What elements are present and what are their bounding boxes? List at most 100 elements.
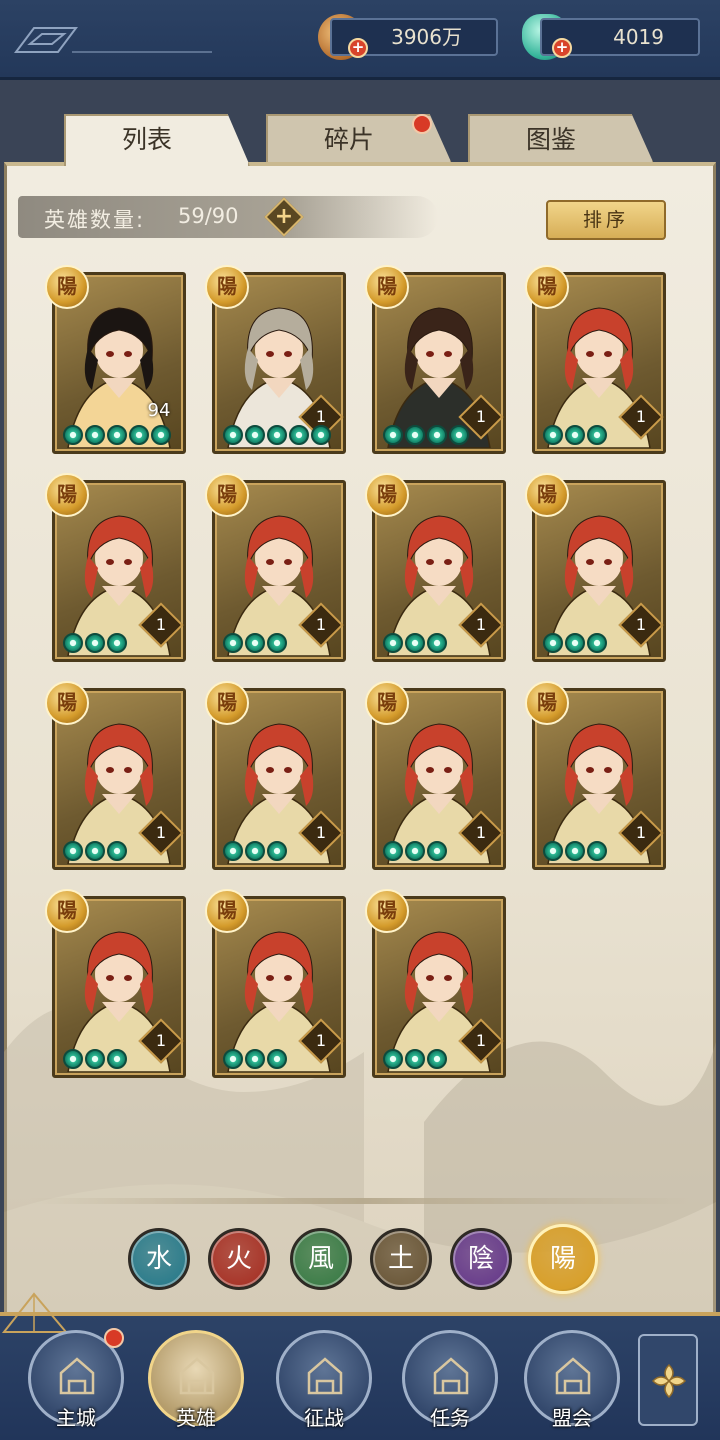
jade-star-icon: [223, 633, 243, 653]
hero-star-row: [543, 633, 607, 653]
jade-star-icon: [63, 633, 83, 653]
jade-star-icon: [405, 425, 425, 445]
jade-star-icon: [587, 425, 607, 445]
jade-star-icon: [85, 633, 105, 653]
hero-card[interactable]: 陽 1: [205, 889, 346, 1078]
element-filter-5[interactable]: 陰: [450, 1228, 512, 1290]
jade-star-icon: [543, 425, 563, 445]
city-gate-icon: [59, 1357, 95, 1395]
yang-faction-icon: 陽: [365, 889, 409, 933]
pavilion-icon: [555, 1357, 591, 1395]
tab-list[interactable]: 列表: [64, 114, 250, 166]
element-filter-4[interactable]: 土: [370, 1228, 432, 1290]
yang-faction-icon: 陽: [45, 265, 89, 309]
flower-menu-icon: [651, 1363, 687, 1399]
hero-card[interactable]: 陽 1: [365, 681, 506, 870]
hero-star-row: [63, 841, 127, 861]
element-filter-2[interactable]: 火: [208, 1228, 270, 1290]
hero-card[interactable]: 陽 1: [525, 473, 666, 662]
hero-star-row: [543, 841, 607, 861]
hero-star-row: [63, 425, 171, 445]
jade-star-icon: [223, 841, 243, 861]
nav-label: 盟会: [552, 1406, 592, 1430]
jade-star-icon: [587, 841, 607, 861]
sort-button[interactable]: 排序: [546, 200, 666, 240]
hero-count-label: 英雄数量:: [44, 208, 146, 232]
yang-faction-icon: 陽: [205, 473, 249, 517]
hero-level: 1: [315, 615, 327, 634]
jade-star-icon: [427, 1049, 447, 1069]
jade-star-icon: [565, 425, 585, 445]
element-filter-1[interactable]: 水: [128, 1228, 190, 1290]
hero-level: 1: [635, 823, 647, 842]
nav-label: 征战: [304, 1406, 344, 1430]
jade-star-icon: [565, 633, 585, 653]
jade-star-icon: [427, 633, 447, 653]
jade-star-icon: [245, 841, 265, 861]
hero-star-row: [223, 633, 287, 653]
hero-card[interactable]: 陽 1: [365, 889, 506, 1078]
nav-label: 主城: [56, 1406, 96, 1430]
hero-level: 94: [147, 400, 171, 421]
jade-star-icon: [383, 841, 403, 861]
nav-label: 任务: [430, 1406, 470, 1430]
hero-card[interactable]: 陽 1: [45, 889, 186, 1078]
yang-faction-icon: 陽: [205, 681, 249, 725]
hero-card[interactable]: 陽 1: [45, 681, 186, 870]
city-notice-dot: [104, 1328, 124, 1348]
hero-card[interactable]: 陽 1: [205, 681, 346, 870]
jade-star-icon: [107, 841, 127, 861]
jade-star-icon: [245, 633, 265, 653]
hero-star-row: [383, 1049, 447, 1069]
jade-star-icon: [267, 425, 287, 445]
jade-star-icon: [63, 1049, 83, 1069]
jade-star-icon: [543, 633, 563, 653]
jade-star-icon: [267, 1049, 287, 1069]
hero-level: 1: [315, 1031, 327, 1050]
jade-star-icon: [289, 425, 309, 445]
jade-star-icon: [427, 841, 447, 861]
more-menu-button[interactable]: [638, 1334, 698, 1426]
yang-faction-icon: 陽: [45, 681, 89, 725]
jade-star-icon: [223, 425, 243, 445]
hero-level: 1: [475, 1031, 487, 1050]
hero-card[interactable]: 陽 1: [205, 265, 346, 454]
hero-card[interactable]: 陽 1: [45, 473, 186, 662]
hero-level: 1: [315, 823, 327, 842]
jade-star-icon: [151, 425, 171, 445]
element-filter-6[interactable]: 陽: [528, 1224, 598, 1294]
yang-faction-icon: 陽: [205, 265, 249, 309]
jade-star-icon: [405, 633, 425, 653]
hero-level: 1: [155, 823, 167, 842]
jade-star-icon: [427, 425, 447, 445]
hero-portrait-icon: [179, 1357, 215, 1395]
jade-star-icon: [223, 1049, 243, 1069]
jade-star-icon: [107, 633, 127, 653]
jade-star-icon: [245, 1049, 265, 1069]
hero-level: 1: [635, 407, 647, 426]
add-jade-button[interactable]: +: [552, 38, 572, 58]
yang-faction-icon: 陽: [45, 889, 89, 933]
hero-card[interactable]: 陽 1: [365, 265, 506, 454]
jade-star-icon: [405, 841, 425, 861]
fragments-notice-dot: [412, 114, 432, 134]
jade-star-icon: [245, 425, 265, 445]
scroll-bell-icon: [433, 1357, 469, 1395]
hero-card[interactable]: 陽 1: [205, 473, 346, 662]
jade-star-icon: [85, 1049, 105, 1069]
hero-level: 1: [635, 615, 647, 634]
hero-card[interactable]: 陽 1: [525, 265, 666, 454]
hero-star-row: [223, 425, 331, 445]
element-filter-3[interactable]: 風: [290, 1228, 352, 1290]
hero-level: 1: [475, 823, 487, 842]
hero-card[interactable]: 陽 1: [525, 681, 666, 870]
add-coins-button[interactable]: +: [348, 38, 368, 58]
hero-star-row: [543, 425, 607, 445]
hero-star-row: [223, 1049, 287, 1069]
yang-faction-icon: 陽: [365, 473, 409, 517]
hero-card[interactable]: 陽 1: [365, 473, 506, 662]
tab-codex[interactable]: 图鉴: [468, 114, 654, 164]
hero-card[interactable]: 陽 94: [45, 265, 186, 454]
jade-star-icon: [107, 1049, 127, 1069]
hero-level: 1: [155, 615, 167, 634]
